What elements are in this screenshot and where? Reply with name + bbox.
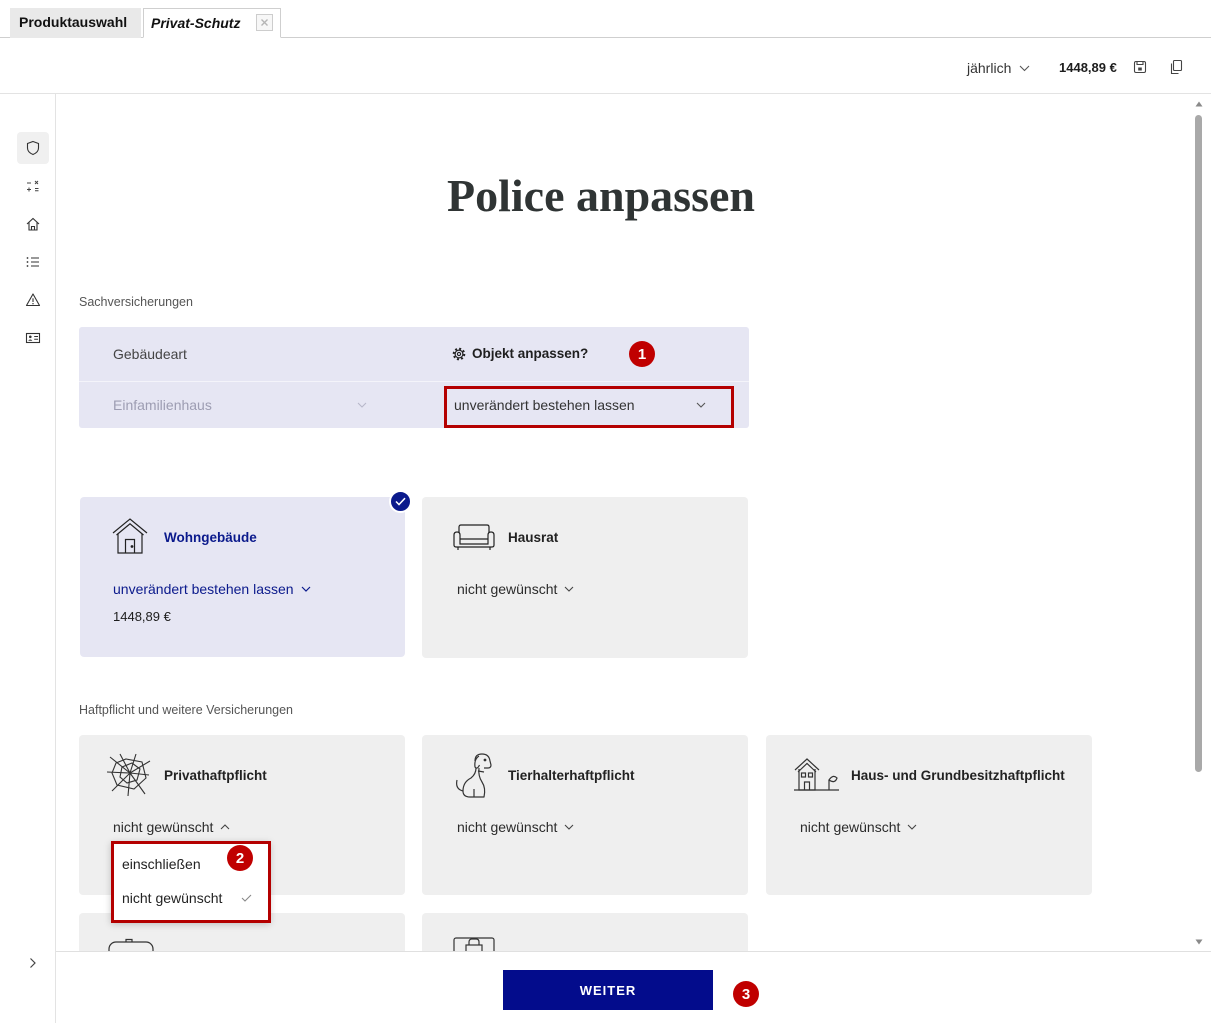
vehicle-icon (108, 938, 154, 951)
close-icon[interactable] (256, 14, 273, 31)
main-content[interactable]: Police anpassen Sachversicherungen Gebäu… (56, 94, 1193, 951)
footer-bar: WEITER (56, 951, 1211, 1023)
building-type-label: Gebäudeart (113, 346, 187, 362)
chevron-down-icon (907, 824, 917, 830)
chevron-down-icon (564, 824, 574, 830)
chevron-down-icon (1019, 65, 1030, 72)
dog-icon (451, 751, 493, 801)
house-tree-icon (793, 756, 841, 792)
tierhalterhaftpflicht-option-select[interactable]: nicht gewünscht (457, 818, 574, 836)
building-type-value: Einfamilienhaus (113, 397, 212, 413)
product-card-wohngebaeude[interactable]: Wohngebäude unverändert bestehen lassen … (80, 490, 412, 657)
sidebar-item-property[interactable] (17, 208, 49, 240)
summary-header: jährlich 1448,89 € (0, 38, 1211, 94)
sidebar-item-warnings[interactable] (17, 284, 49, 316)
building-type-select: Einfamilienhaus (113, 387, 367, 423)
tab-label: Produktauswahl (19, 14, 128, 30)
next-button[interactable]: WEITER (503, 970, 713, 1010)
option-value: nicht gewünscht (800, 819, 901, 835)
tab-bar: Produktauswahl Privat-Schutz (0, 0, 1211, 38)
sidebar-item-customer[interactable] (17, 322, 49, 354)
check-icon (395, 497, 406, 506)
divider (79, 381, 749, 382)
sofa-icon (452, 523, 496, 551)
product-card-haus-grundbesitzhaftpflicht[interactable]: Haus- und Grundbesitzhaftpflicht nicht g… (766, 735, 1092, 895)
option-value: unverändert bestehen lassen (113, 581, 294, 597)
chevron-up-icon (220, 824, 230, 830)
haus-grundbesitzhaftpflicht-option-select[interactable]: nicht gewünscht (800, 818, 917, 836)
sidebar-item-protection[interactable] (17, 132, 49, 164)
card-title: Wohngebäude (164, 530, 257, 545)
gear-icon (452, 347, 466, 361)
adjust-object-label: Objekt anpassen? (472, 346, 589, 361)
sidebar-item-calculation[interactable] (17, 170, 49, 202)
main-content-inner: Police anpassen Sachversicherungen Gebäu… (56, 94, 1193, 951)
copy-icon[interactable] (1169, 59, 1183, 75)
payment-period-select[interactable]: jährlich (967, 59, 1030, 77)
tab-produktauswahl[interactable]: Produktauswahl (10, 8, 141, 38)
option-value: nicht gewünscht (457, 581, 558, 597)
save-icon[interactable] (1133, 60, 1147, 74)
broken-glass-icon (106, 753, 152, 797)
product-card-tierhalterhaftpflicht[interactable]: Tierhalterhaftpflicht nicht gewünscht (422, 735, 748, 895)
section-label-property: Sachversicherungen (79, 295, 193, 309)
shield-icon (25, 140, 41, 156)
warning-icon (25, 292, 41, 308)
card-title: Privathaftpflicht (164, 768, 267, 783)
scroll-up-icon[interactable] (1195, 101, 1203, 107)
product-card-partial[interactable] (422, 913, 748, 951)
chevron-down-icon (301, 586, 311, 592)
section-label-liability: Haftpflicht und weitere Versicherungen (79, 703, 294, 717)
annotation-marker: 1 (629, 341, 655, 367)
card-title: Hausrat (508, 530, 559, 545)
building-icon (111, 517, 149, 555)
product-card-hausrat[interactable]: Hausrat nicht gewünscht (422, 497, 748, 658)
page-title: Police anpassen (447, 170, 755, 221)
annotation-marker: 2 (227, 845, 253, 871)
payment-period-value: jährlich (967, 60, 1012, 76)
sidebar (0, 94, 56, 1023)
selected-badge (389, 490, 412, 513)
chevron-right-icon (25, 955, 41, 971)
id-card-icon (25, 330, 41, 346)
sidebar-item-overview[interactable] (17, 246, 49, 278)
vertical-scrollbar[interactable] (1193, 98, 1206, 950)
chevron-down-icon (564, 586, 574, 592)
house-icon (25, 216, 41, 232)
bag-icon (452, 934, 496, 951)
list-icon (25, 254, 41, 270)
sidebar-expand-button[interactable] (17, 947, 49, 979)
total-price: 1448,89 € (1059, 60, 1117, 75)
option-value: nicht gewünscht (457, 819, 558, 835)
card-title: Tierhalterhaftpflicht (508, 768, 635, 783)
wohngebaeude-option-select[interactable]: unverändert bestehen lassen (113, 580, 311, 598)
privathaftpflicht-option-select[interactable]: nicht gewünscht (113, 818, 230, 836)
chevron-down-icon (357, 402, 367, 408)
scroll-down-icon[interactable] (1195, 939, 1203, 945)
tab-privat-schutz[interactable]: Privat-Schutz (143, 8, 281, 38)
tab-label: Privat-Schutz (151, 15, 241, 31)
option-value: nicht gewünscht (113, 819, 214, 835)
hausrat-option-select[interactable]: nicht gewünscht (457, 580, 574, 598)
annotation-box-adjust-object (444, 386, 734, 428)
card-price: 1448,89 € (113, 609, 171, 624)
card-title: Haus- und Grundbesitzhaftpflicht (851, 768, 1065, 783)
annotation-marker: 3 (733, 981, 759, 1007)
calculator-icon (25, 178, 41, 194)
scrollbar-thumb[interactable] (1195, 115, 1202, 772)
